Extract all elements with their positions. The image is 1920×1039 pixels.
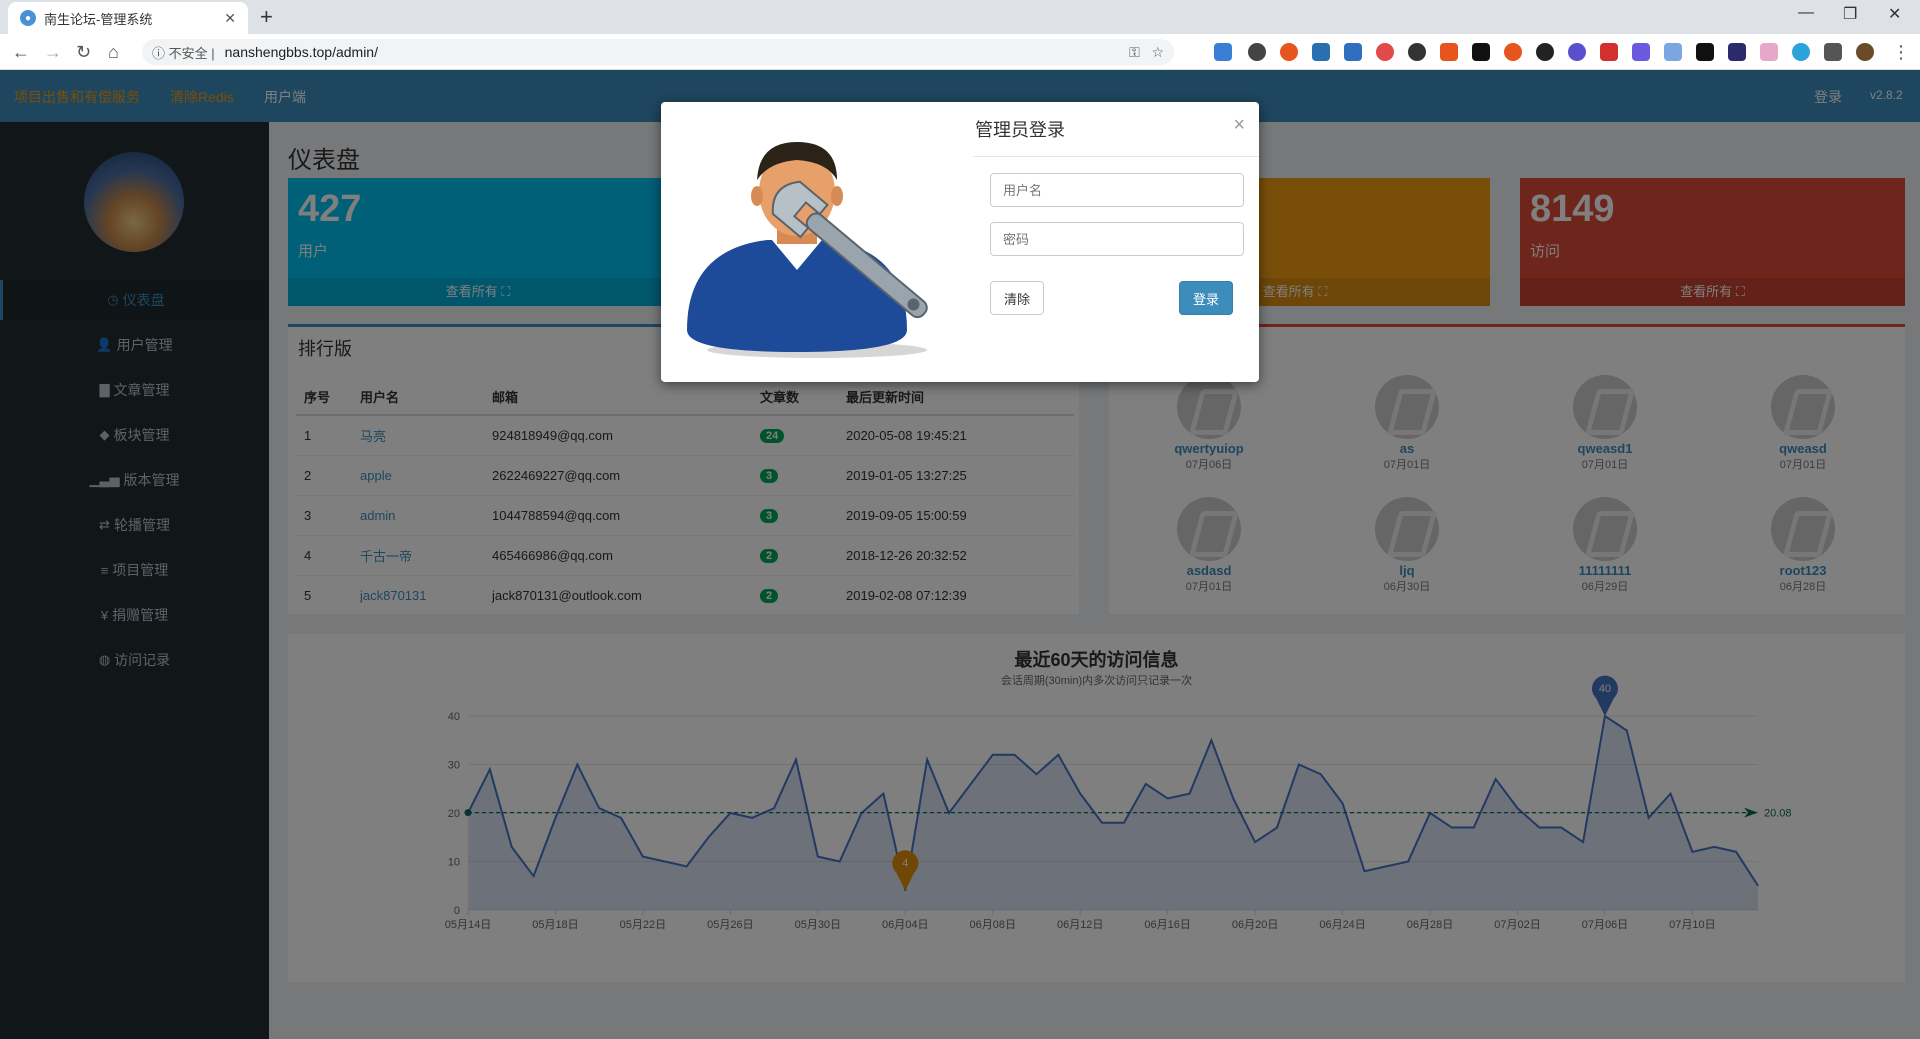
admin-wrench-illustration	[687, 142, 928, 358]
admin-login-modal: 管理员登录 × 清除 登录	[661, 102, 1259, 382]
security-label: 不安全	[168, 45, 208, 61]
home-icon[interactable]: ⌂	[108, 42, 119, 63]
extension-icon[interactable]	[1344, 43, 1362, 61]
extension-icon[interactable]	[1536, 43, 1554, 61]
info-icon[interactable]: ⓘ 不安全 |	[152, 43, 215, 62]
extension-icon[interactable]	[1312, 43, 1330, 61]
maximize-icon[interactable]: ❐	[1843, 4, 1857, 24]
extension-icon[interactable]	[1472, 43, 1490, 61]
extension-icon[interactable]	[1792, 43, 1810, 61]
key-icon[interactable]: ⚿ ☆	[1129, 44, 1164, 61]
extension-icon[interactable]	[1376, 43, 1394, 61]
extension-icon[interactable]	[1408, 43, 1426, 61]
url-bar[interactable]: ⓘ 不安全 | nanshengbbs.top/admin/ ⚿ ☆	[142, 39, 1174, 65]
modal-divider	[973, 156, 1259, 157]
username-input[interactable]	[990, 173, 1244, 207]
extension-icon[interactable]	[1280, 43, 1298, 61]
browser-tab[interactable]: ● 南生论坛-管理系统 ✕	[8, 2, 248, 34]
extension-icon[interactable]	[1664, 43, 1682, 61]
window-close-icon[interactable]: ✕	[1888, 4, 1901, 24]
extension-off-icon[interactable]	[1600, 43, 1618, 61]
extensions-puzzle-icon[interactable]	[1824, 43, 1842, 61]
browser-tab-bar: ● 南生论坛-管理系统 ✕ + — ❐ ✕	[0, 0, 1920, 34]
forward-icon[interactable]: →	[44, 42, 62, 63]
password-input[interactable]	[990, 222, 1244, 256]
extension-ia-icon[interactable]	[1728, 43, 1746, 61]
clear-button[interactable]: 清除	[990, 281, 1044, 315]
profile-avatar-icon[interactable]	[1856, 43, 1874, 61]
extension-k-icon[interactable]	[1696, 43, 1714, 61]
tab-close-icon[interactable]: ✕	[224, 10, 236, 27]
extension-new-icon[interactable]	[1214, 43, 1232, 61]
browser-menu-icon[interactable]: ⋮	[1892, 42, 1910, 63]
extension-icon[interactable]	[1760, 43, 1778, 61]
modal-title: 管理员登录	[975, 120, 1065, 140]
tab-title: 南生论坛-管理系统	[44, 11, 153, 27]
address-bar-row: ← → ↻ ⌂ ⓘ 不安全 | nanshengbbs.top/admin/ ⚿…	[0, 34, 1920, 70]
modal-close-icon[interactable]: ×	[1233, 114, 1245, 137]
new-tab-icon[interactable]: +	[260, 4, 273, 30]
extension-icon[interactable]	[1440, 43, 1458, 61]
site-favicon-icon: ●	[20, 10, 36, 26]
extension-icon[interactable]	[1504, 43, 1522, 61]
url-text: nanshengbbs.top/admin/	[224, 44, 378, 60]
extension-icon[interactable]	[1248, 43, 1266, 61]
login-button[interactable]: 登录	[1179, 281, 1233, 315]
minimize-icon[interactable]: —	[1798, 4, 1814, 22]
extension-icon[interactable]	[1568, 43, 1586, 61]
reload-icon[interactable]: ↻	[76, 42, 91, 63]
extension-icon[interactable]	[1632, 43, 1650, 61]
back-icon[interactable]: ←	[12, 42, 30, 63]
